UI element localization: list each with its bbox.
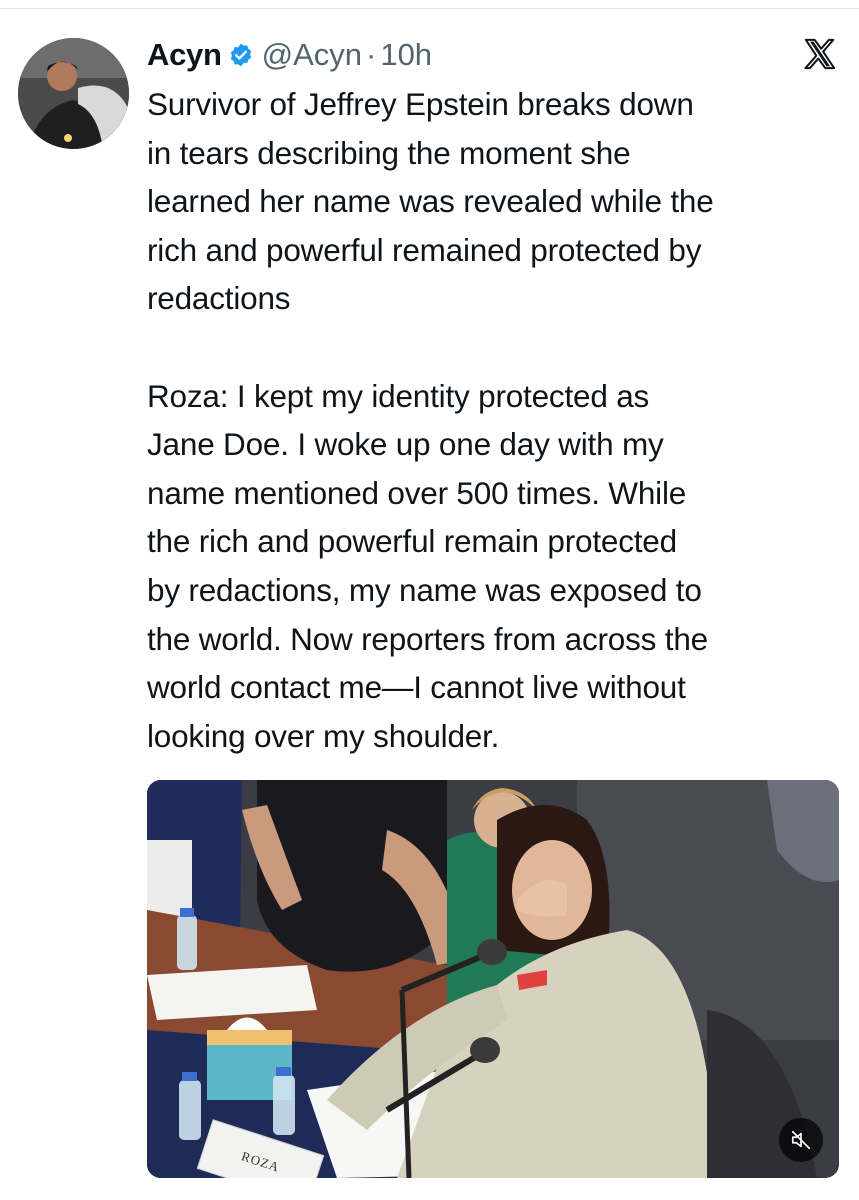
tweet-text-line: the world. Now reporters from across the [147,620,708,657]
author-display-name[interactable]: Acyn [147,37,222,73]
tweet-text-line: rich and powerful remained protected by [147,231,702,268]
header-separator: · [366,37,377,72]
verified-badge-icon [228,42,254,68]
tweet-text-line: Jane Doe. I woke up one day with my [147,426,664,463]
tweet-header: Acyn @Acyn · 10h [147,30,432,80]
tweet-text-line: Roza: I kept my identity protected as [147,377,650,414]
author-handle[interactable]: @Acyn [262,37,362,73]
video-frame [147,780,839,1178]
x-logo-icon [803,37,837,71]
tweet-video[interactable]: ROZA [147,780,839,1178]
tweet-text-line: the rich and powerful remain protected [147,523,677,560]
top-divider [0,0,859,9]
tweet-timestamp[interactable]: 10h [380,37,432,73]
tweet-text-line: looking over my shoulder. [147,717,500,754]
tweet-text-line: by redactions, my name was exposed to [147,571,702,608]
tweet-text-line: Survivor of Jeffrey Epstein breaks down [147,86,694,122]
speaker-muted-icon[interactable] [779,1118,823,1162]
tweet-text-line: in tears describing the moment she [147,134,631,171]
tweet-text-line: name mentioned over 500 times. While [147,474,687,511]
tweet-body: Survivor of Jeffrey Epstein breaks down … [147,80,847,760]
tweet-text-line: world contact me—I cannot live without [147,669,686,706]
tweet-text-line: redactions [147,280,291,317]
avatar-photo [18,38,129,149]
tweet-text-line: learned her name was revealed while the [147,183,714,220]
avatar[interactable] [18,38,129,149]
